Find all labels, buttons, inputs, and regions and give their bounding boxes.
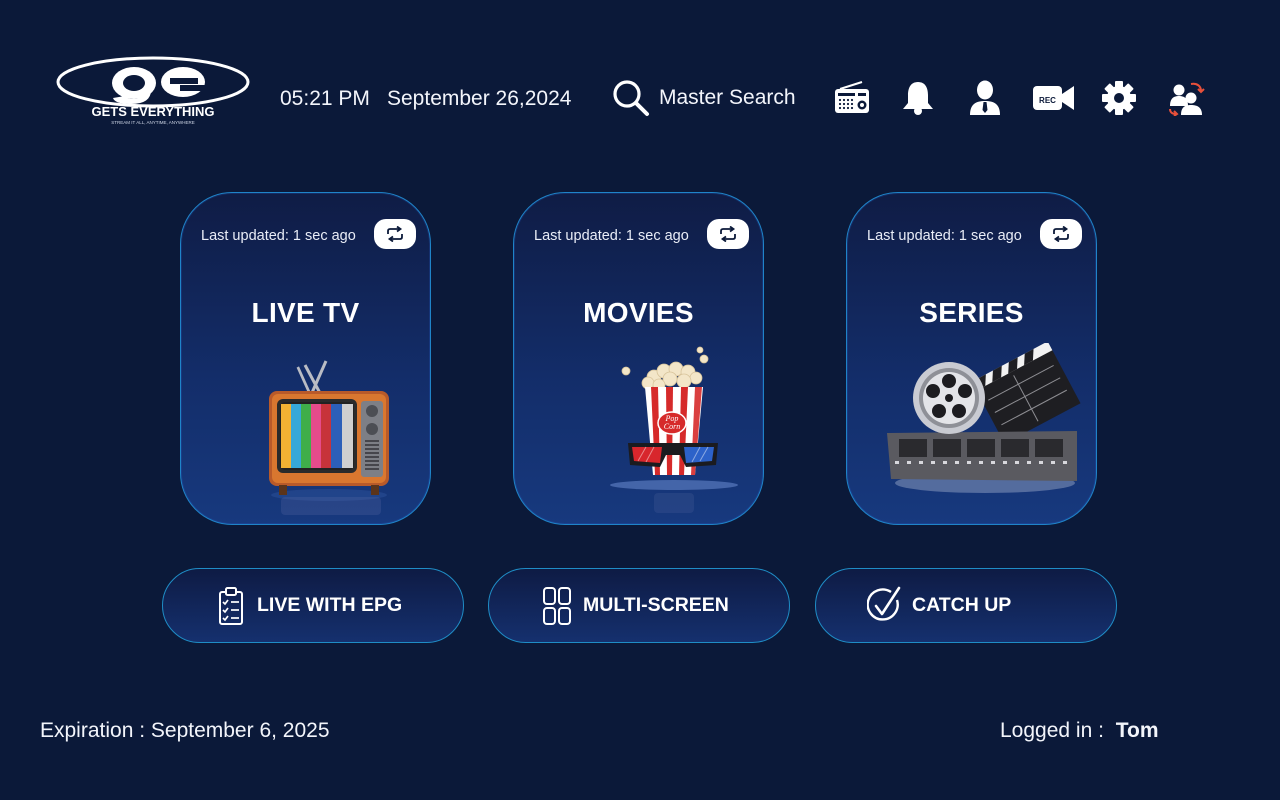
live-with-epg-label: LIVE WITH EPG	[257, 594, 403, 616]
catch-up-button[interactable]: CATCH UP	[815, 568, 1117, 643]
multi-screen-label: MULTI-SCREEN	[583, 594, 729, 616]
card-movies[interactable]: Last updated: 1 sec ago MOVIES Pop Corn	[513, 192, 764, 525]
master-search-label: Master Search	[659, 86, 796, 109]
app-logo: GETS EVERYTHING STREAM IT ALL, ANYTIME, …	[55, 56, 251, 126]
logged-in-status: Logged in : Tom	[1000, 719, 1159, 743]
clipboard-checklist-icon	[213, 585, 249, 627]
live-with-epg-button[interactable]: LIVE WITH EPG	[162, 568, 464, 643]
refresh-icon	[1053, 226, 1069, 242]
popcorn-image: Pop Corn	[514, 343, 763, 518]
card-title: MOVIES	[583, 297, 694, 328]
last-updated-text: Last updated: 1 sec ago	[534, 228, 689, 244]
card-title: LIVE TV	[251, 297, 360, 328]
user-icon[interactable]	[965, 78, 1005, 118]
refresh-button[interactable]	[707, 219, 749, 249]
search-icon	[613, 80, 649, 116]
card-series[interactable]: Last updated: 1 sec ago SERIES	[846, 192, 1097, 525]
logged-in-label: Logged in :	[1000, 719, 1104, 742]
multi-screen-button[interactable]: MULTI-SCREEN	[488, 568, 790, 643]
card-live-tv[interactable]: Last updated: 1 sec ago LIVE TV	[180, 192, 431, 525]
settings-icon[interactable]	[1099, 78, 1139, 118]
grid-icon	[539, 585, 575, 627]
catch-up-label: CATCH UP	[912, 594, 1012, 616]
home-screen: GETS EVERYTHING STREAM IT ALL, ANYTIME, …	[0, 0, 1280, 800]
switch-user-icon[interactable]	[1166, 78, 1206, 118]
last-updated-text: Last updated: 1 sec ago	[201, 228, 356, 244]
master-search-button[interactable]: Master Search	[612, 78, 796, 118]
logo-tagline: STREAM IT ALL, ANYTIME, ANYWHERE	[111, 120, 194, 125]
svg-text:Corn: Corn	[664, 422, 680, 431]
bell-icon[interactable]	[898, 78, 938, 118]
check-circle-icon	[866, 585, 904, 627]
last-updated-text: Last updated: 1 sec ago	[867, 228, 1022, 244]
retro-tv-image	[181, 343, 430, 518]
logo-text: GETS EVERYTHING	[91, 104, 214, 119]
svg-text:REC: REC	[1039, 96, 1056, 105]
refresh-button[interactable]	[1040, 219, 1082, 249]
clock-time: 05:21 PM	[280, 87, 370, 110]
refresh-icon	[387, 226, 403, 242]
current-date: September 26,2024	[387, 87, 572, 110]
record-icon[interactable]: REC	[1032, 78, 1076, 118]
username: Tom	[1115, 719, 1159, 742]
expiration-date: Expiration : September 6, 2025	[40, 719, 330, 742]
film-reel-image	[847, 341, 1096, 518]
refresh-icon	[720, 226, 736, 242]
refresh-button[interactable]	[374, 219, 416, 249]
radio-icon[interactable]	[832, 78, 872, 118]
card-title: SERIES	[919, 297, 1024, 328]
